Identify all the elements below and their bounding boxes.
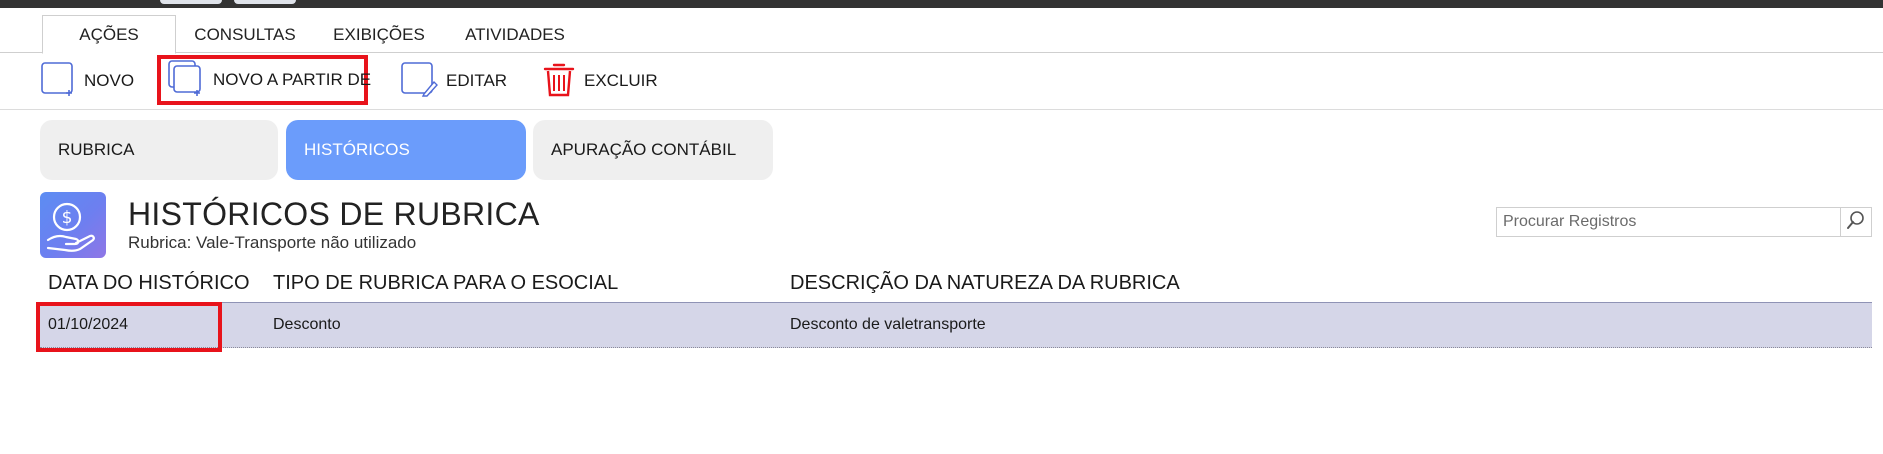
trash-icon xyxy=(542,61,576,102)
tab-historicos[interactable]: HISTÓRICOS xyxy=(286,120,526,180)
cell-tipo: Desconto xyxy=(273,316,341,333)
col-descricao-natureza[interactable]: DESCRIÇÃO DA NATUREZA DA RUBRICA xyxy=(790,268,1180,298)
tab-apuracao-contabil[interactable]: APURAÇÃO CONTÁBIL xyxy=(533,120,773,180)
tab-rubrica[interactable]: RUBRICA xyxy=(40,120,278,180)
menu-tabs: AÇÕES CONSULTAS EXIBIÇÕES ATIVIDADES xyxy=(0,14,1883,54)
tab-consultas[interactable]: CONSULTAS xyxy=(190,16,300,52)
top-bar-pill xyxy=(234,0,296,4)
page-title: HISTÓRICOS DE RUBRICA xyxy=(128,196,540,232)
novo-button[interactable]: NOVO xyxy=(40,61,134,101)
top-bar-pill xyxy=(160,0,222,4)
action-toolbar: NOVO NOVO A PARTIR DE EDITAR EXCLUIR xyxy=(0,53,1883,110)
historicos-table: DATA DO HISTÓRICO TIPO DE RUBRICA PARA O… xyxy=(36,268,1872,352)
editar-button[interactable]: EDITAR xyxy=(400,61,507,101)
excluir-label: EXCLUIR xyxy=(584,71,658,90)
col-tipo-de-rubrica[interactable]: TIPO DE RUBRICA PARA O ESOCIAL xyxy=(273,268,618,298)
novo-a-partir-de-label: NOVO A PARTIR DE xyxy=(213,70,372,89)
money-hand-icon: $ xyxy=(40,192,106,258)
editar-label: EDITAR xyxy=(446,71,508,90)
cell-descricao: Desconto de valetransporte xyxy=(790,316,986,333)
col-data-do-historico[interactable]: DATA DO HISTÓRICO xyxy=(48,268,250,298)
new-document-icon xyxy=(40,61,76,102)
cell-highlight-box xyxy=(36,302,222,352)
table-header: DATA DO HISTÓRICO TIPO DE RUBRICA PARA O… xyxy=(40,268,1872,303)
page-subtitle: Rubrica: Vale-Transporte não utilizado xyxy=(128,233,417,252)
search-input[interactable] xyxy=(1497,208,1841,236)
search-icon xyxy=(1846,210,1866,235)
tab-acoes[interactable]: AÇÕES xyxy=(42,15,176,54)
tab-atividades[interactable]: ATIVIDADES xyxy=(462,16,568,52)
svg-text:$: $ xyxy=(62,208,73,228)
excluir-button[interactable]: EXCLUIR xyxy=(542,61,658,101)
search-box xyxy=(1496,207,1872,237)
novo-a-partir-de-button[interactable]: NOVO A PARTIR DE xyxy=(157,55,372,105)
search-button[interactable] xyxy=(1840,208,1871,236)
table-row[interactable]: 01/10/2024 Desconto Desconto de valetran… xyxy=(36,302,1872,352)
tab-exibicoes[interactable]: EXIBIÇÕES xyxy=(328,16,430,52)
top-bar xyxy=(0,0,1883,8)
edit-document-icon xyxy=(400,61,438,102)
novo-label: NOVO xyxy=(84,71,135,90)
copy-document-icon xyxy=(167,59,205,102)
